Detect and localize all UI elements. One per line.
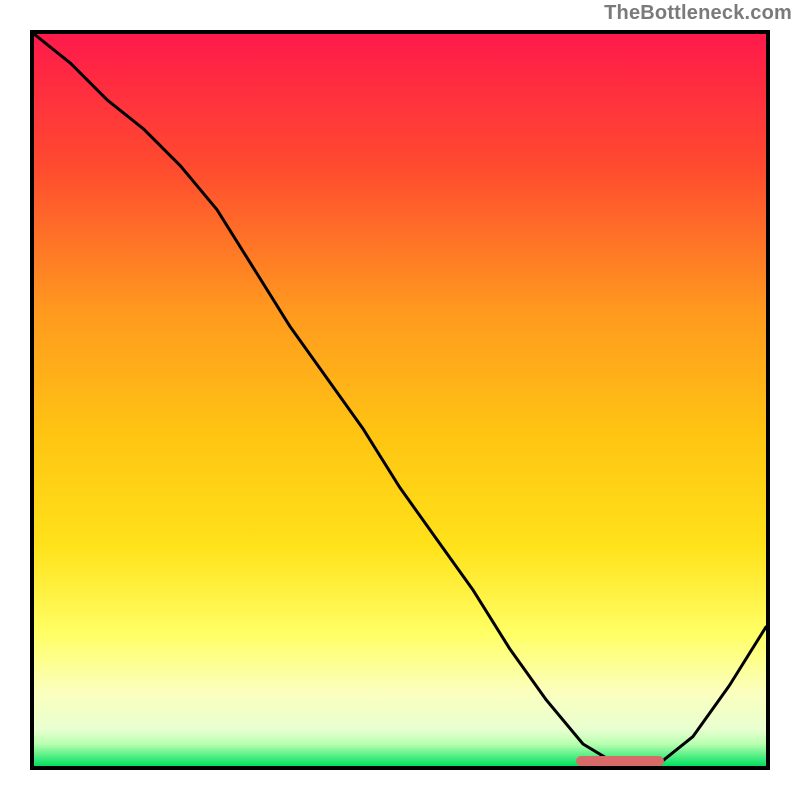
chart-container: TheBottleneck.com bbox=[0, 0, 800, 800]
bottleneck-curve bbox=[34, 34, 766, 766]
watermark-text: TheBottleneck.com bbox=[604, 2, 792, 25]
curve-svg bbox=[34, 34, 766, 766]
optimal-range-marker bbox=[576, 756, 664, 766]
plot-area bbox=[30, 30, 770, 770]
